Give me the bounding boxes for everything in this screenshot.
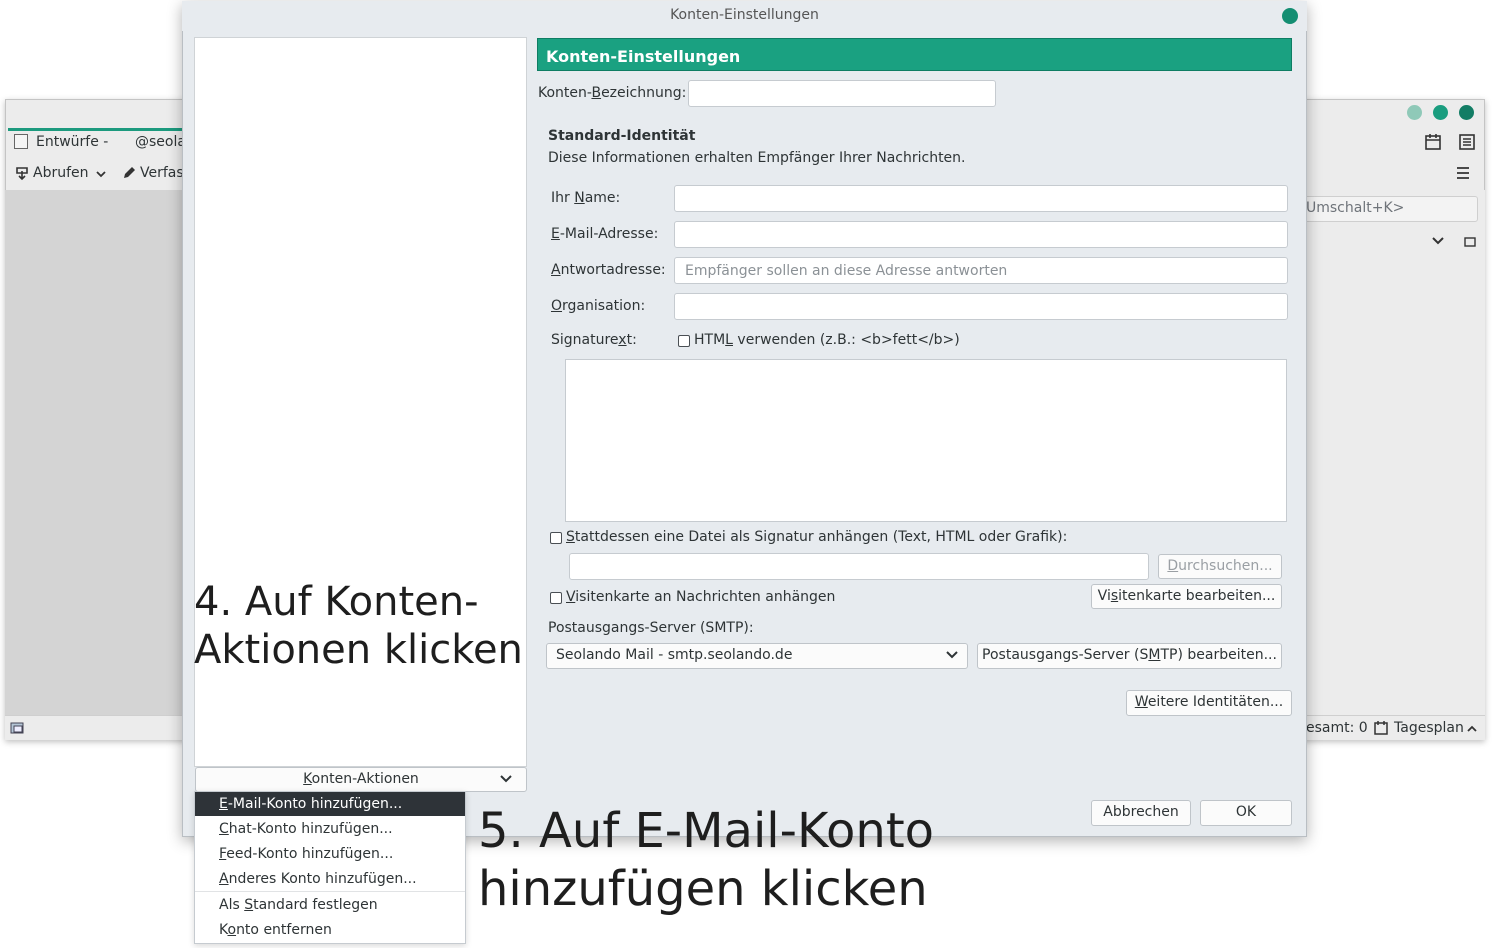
- smtp-server-value: Seolando Mail - smtp.seolando.de: [556, 647, 793, 663]
- account-name-input[interactable]: [688, 80, 996, 107]
- use-html-checkbox[interactable]: [678, 335, 690, 347]
- your-name-input[interactable]: [674, 185, 1288, 212]
- identity-heading: Standard-Identität: [548, 128, 696, 144]
- calendar-icon[interactable]: [1424, 133, 1442, 151]
- menu-item-add-chat-account[interactable]: Chat-Konto hinzufügen...: [195, 817, 465, 841]
- account-name-label: Konten-Bezeichnung:: [538, 85, 687, 101]
- annotation-step-4: 4. Auf Konten- Aktionen klicken: [194, 579, 523, 673]
- signature-file-path-input[interactable]: [569, 553, 1149, 580]
- reply-address-input[interactable]: Empfänger sollen an diese Adresse antwor…: [674, 257, 1288, 284]
- pencil-icon: [124, 167, 135, 178]
- menu-item-add-feed-account[interactable]: Feed-Konto hinzufügen...: [195, 842, 465, 866]
- status-total-count: esamt: 0: [1306, 720, 1368, 736]
- browse-button[interactable]: Durchsuchen...: [1158, 554, 1282, 579]
- identity-description: Diese Informationen erhalten Empfänger I…: [548, 150, 966, 166]
- account-actions-button[interactable]: Konten-Aktionen: [195, 767, 527, 792]
- background-right-panel: [1305, 190, 1485, 715]
- list-options-icon[interactable]: [1464, 236, 1476, 248]
- dialog-title: Konten-Einstellungen: [670, 7, 819, 23]
- settings-page-header: Konten-Einstellungen: [537, 38, 1292, 71]
- chevron-down-icon[interactable]: [1431, 234, 1445, 248]
- smtp-server-select[interactable]: Seolando Mail - smtp.seolando.de: [546, 643, 968, 669]
- minimize-button[interactable]: [1407, 105, 1422, 120]
- menu-item-remove-account[interactable]: Konto entfernen: [195, 918, 465, 942]
- today-pane-icon: [1374, 721, 1388, 735]
- chevron-up-icon[interactable]: [1466, 723, 1478, 735]
- cancel-button[interactable]: Abbrechen: [1091, 800, 1191, 826]
- reply-address-label: Antwortadresse:: [551, 262, 666, 278]
- your-name-label: Ihr Name:: [551, 190, 621, 206]
- organization-label: Organisation:: [551, 298, 646, 314]
- close-button[interactable]: [1459, 105, 1474, 120]
- attach-vcard-checkbox[interactable]: [550, 592, 562, 604]
- organization-input[interactable]: [674, 293, 1288, 320]
- signature-text-label: Signaturext:: [551, 332, 637, 348]
- signature-file-label: Stattdessen eine Datei als Signatur anhä…: [566, 529, 1068, 545]
- today-pane-toggle[interactable]: Tagesplan: [1394, 720, 1464, 736]
- menu-item-add-other-account[interactable]: Anderes Konto hinzufügen...: [195, 867, 465, 891]
- ok-button[interactable]: OK: [1200, 800, 1292, 826]
- menu-item-set-default[interactable]: Als Standard festlegen: [195, 893, 465, 917]
- attach-vcard-label: Visitenkarte an Nachrichten anhängen: [566, 589, 836, 605]
- chevron-down-icon: [946, 651, 958, 659]
- maximize-button[interactable]: [1433, 105, 1448, 120]
- drafts-tab-icon: [14, 134, 28, 149]
- tab-drafts-label: Entwürfe -: [36, 134, 109, 150]
- hamburger-menu-icon[interactable]: [1455, 165, 1471, 181]
- quick-search-hint: Umschalt+K>: [1306, 200, 1405, 216]
- download-icon: [16, 167, 28, 181]
- connection-status-icon[interactable]: [10, 720, 26, 736]
- signature-file-checkbox[interactable]: [550, 532, 562, 544]
- annotation-step-5: 5. Auf E-Mail-Konto hinzufügen klicken: [478, 803, 934, 917]
- tab-drafts-account: @seola: [135, 134, 186, 150]
- menu-separator: [195, 891, 465, 892]
- edit-smtp-server-button[interactable]: Postausgangs-Server (SMTP) bearbeiten...: [977, 643, 1282, 669]
- dialog-close-button[interactable]: [1282, 8, 1298, 24]
- fetch-button[interactable]: Abrufen: [33, 165, 89, 181]
- chevron-down-icon[interactable]: [95, 168, 107, 180]
- smtp-server-label: Postausgangs-Server (SMTP):: [548, 620, 754, 636]
- email-address-input[interactable]: [674, 221, 1288, 248]
- email-address-label: E-Mail-Adresse:: [551, 226, 659, 242]
- signature-textarea[interactable]: [565, 359, 1287, 522]
- reply-address-placeholder: Empfänger sollen an diese Adresse antwor…: [685, 263, 1008, 279]
- use-html-label: HTML verwenden (z.B.: <b>fett</b>): [694, 332, 960, 348]
- edit-vcard-button[interactable]: Visitenkarte bearbeiten...: [1091, 584, 1282, 609]
- more-identities-button[interactable]: Weitere Identitäten...: [1126, 690, 1292, 716]
- compose-button[interactable]: Verfas: [140, 165, 184, 181]
- tasks-icon[interactable]: [1458, 133, 1476, 151]
- chevron-down-icon: [500, 775, 512, 783]
- menu-item-add-email-account[interactable]: E-Mail-Konto hinzufügen...: [195, 792, 465, 816]
